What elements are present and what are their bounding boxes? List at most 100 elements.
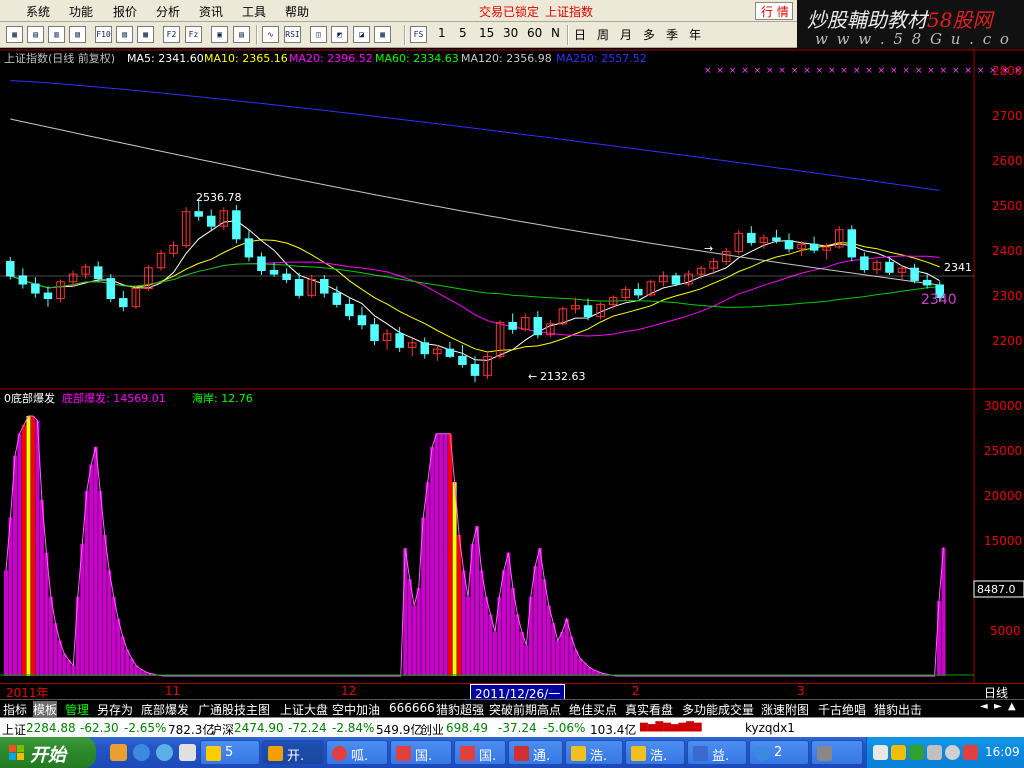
hs-amount: 549.9亿 (376, 723, 423, 737)
toolbar-icon-2[interactable]: ▤ (27, 26, 44, 43)
period-year[interactable]: 年 (689, 26, 701, 43)
toolbar-icon-15[interactable]: ◪ (353, 26, 370, 43)
hs-pct: -2.84% (332, 721, 375, 735)
tab-indicator[interactable]: 指标 (3, 701, 27, 718)
fs-icon[interactable]: FS (410, 26, 427, 43)
tray-icon-4[interactable] (927, 745, 942, 760)
ime-indicator[interactable]: kyzqdx1 (745, 721, 795, 735)
f2-icon[interactable]: F2 (163, 26, 180, 43)
tab-scroll-up-icon[interactable]: ▲ (1008, 701, 1016, 712)
tab-shanghai-market[interactable]: 上证大盘 (280, 701, 328, 718)
tray-icon-3[interactable] (909, 745, 924, 760)
quicklaunch-icon-4[interactable] (179, 744, 196, 761)
toolbar-icon-13[interactable]: ◫ (310, 26, 327, 43)
task-label: 国. (415, 749, 433, 764)
period-n[interactable]: N (551, 26, 560, 40)
tab-guangtong[interactable]: 广通股技主图 (198, 701, 270, 718)
tab-leopard-strong[interactable]: 猎豹超强 (436, 701, 484, 718)
tab-save-as[interactable]: 另存为 (97, 701, 133, 718)
mini-bars-icon: ▆▅▇▆▅▆▇▆ (640, 721, 702, 732)
chart-svg[interactable]: 上证指数(日线 前复权) MA5: 2341.60 MA10: 2365.16 … (0, 49, 1024, 683)
candle-body (119, 298, 128, 308)
tab-scroll-right-icon[interactable]: ► (994, 701, 1002, 712)
tab-leopard-attack[interactable]: 猎豹出击 (874, 701, 922, 718)
period-month[interactable]: 月 (620, 26, 632, 43)
period-15min[interactable]: 15 (479, 26, 494, 40)
volume-icon[interactable] (945, 745, 960, 760)
toolbar-icon-6[interactable]: ▨ (116, 26, 133, 43)
histogram-bar (75, 596, 80, 676)
tray-icon-1[interactable] (873, 745, 888, 760)
toolbar-icon-1[interactable]: ▦ (6, 26, 23, 43)
quicklaunch-icon-3[interactable] (156, 744, 173, 761)
task-button-ie-group[interactable]: 2 (749, 740, 809, 765)
task-button-open[interactable]: 开. (262, 740, 324, 765)
candle-body (194, 211, 203, 217)
toolbar-icon-4[interactable]: ▧ (69, 26, 86, 43)
period-5min[interactable]: 5 (459, 26, 467, 40)
histogram-bar (403, 548, 408, 676)
tab-speed[interactable]: 涨速附图 (761, 701, 809, 718)
candle-body (445, 348, 455, 357)
sh-amount: 782.3亿 (168, 723, 215, 737)
start-button[interactable]: 开始 (0, 737, 96, 768)
tab-real-watch[interactable]: 真实看盘 (625, 701, 673, 718)
chart-area[interactable]: 上证指数(日线 前复权) MA5: 2341.60 MA10: 2365.16 … (0, 49, 1024, 683)
tray-qq-icon[interactable] (891, 745, 906, 760)
toolbar-icon-16[interactable]: ▦ (374, 26, 391, 43)
task-button-gua[interactable]: 呱. (326, 740, 388, 765)
period-60min[interactable]: 60 (527, 26, 542, 40)
candles (6, 199, 944, 383)
histogram-bar (111, 596, 116, 676)
task-button-hao2[interactable]: 浩. (625, 740, 685, 765)
task-button-qq[interactable]: 5 (200, 740, 260, 765)
candle-body (420, 342, 430, 355)
menu-tools[interactable]: 工具 (242, 3, 266, 20)
tab-qiangu[interactable]: 千古绝唱 (818, 701, 866, 718)
tab-volume[interactable]: 多功能成交量 (682, 701, 754, 718)
task-button-misc[interactable] (811, 740, 863, 765)
task-button-yi[interactable]: 益. (687, 740, 747, 765)
tray-icon-6[interactable] (963, 745, 978, 760)
histogram-bar (102, 535, 107, 676)
task-button-tong[interactable]: 通. (508, 740, 563, 765)
period-week[interactable]: 周 (597, 26, 609, 43)
menu-function[interactable]: 功能 (69, 3, 93, 20)
tab-manage[interactable]: 管理 (65, 701, 89, 718)
menu-system[interactable]: 系统 (26, 3, 50, 20)
indicator-value-label: 底部爆发: 14569.01 (62, 391, 166, 405)
histogram-bar (555, 640, 560, 676)
period-quarter[interactable]: 季 (666, 26, 678, 43)
quicklaunch-icon-1[interactable] (110, 744, 127, 761)
period-30min[interactable]: 30 (503, 26, 518, 40)
menu-quote[interactable]: 报价 (113, 3, 137, 20)
tab-best-buy[interactable]: 绝佳买点 (569, 701, 617, 718)
menu-help[interactable]: 帮助 (285, 3, 309, 20)
quote-trade-button[interactable]: 行 情 (755, 2, 793, 20)
tab-scroll-left-icon[interactable]: ◄ (980, 701, 988, 712)
menu-analysis[interactable]: 分析 (156, 3, 180, 20)
tab-breakout-high[interactable]: 突破前期高点 (489, 701, 561, 718)
toolbar-icon-11[interactable]: ▤ (233, 26, 250, 43)
task-button-guo2[interactable]: 国. (454, 740, 506, 765)
f10-icon[interactable]: F10 (95, 26, 112, 43)
task-button-hao1[interactable]: 浩. (565, 740, 623, 765)
histogram-bar (416, 587, 421, 676)
rsi-icon[interactable]: RSI (284, 26, 301, 43)
period-multi[interactable]: 多 (643, 26, 655, 43)
toolbar-icon-3[interactable]: ▥ (48, 26, 65, 43)
toolbar-icon-10[interactable]: ▣ (211, 26, 228, 43)
tab-bottom-burst[interactable]: 底部爆发 (141, 701, 189, 718)
fz-icon[interactable]: Fz (185, 26, 202, 43)
task-button-guo1[interactable]: 国. (390, 740, 452, 765)
period-day[interactable]: 日 (574, 26, 586, 43)
trend-icon[interactable]: ∿ (262, 26, 279, 43)
toolbar-icon-7[interactable]: ▩ (137, 26, 154, 43)
ie-icon[interactable] (133, 744, 150, 761)
tab-666666[interactable]: 666666 (389, 701, 435, 715)
tab-template[interactable]: 模板 (33, 701, 58, 718)
menu-info[interactable]: 资讯 (199, 3, 223, 20)
period-1min[interactable]: 1 (438, 26, 446, 40)
tab-air-refuel[interactable]: 空中加油 (332, 701, 380, 718)
toolbar-icon-14[interactable]: ◩ (331, 26, 348, 43)
